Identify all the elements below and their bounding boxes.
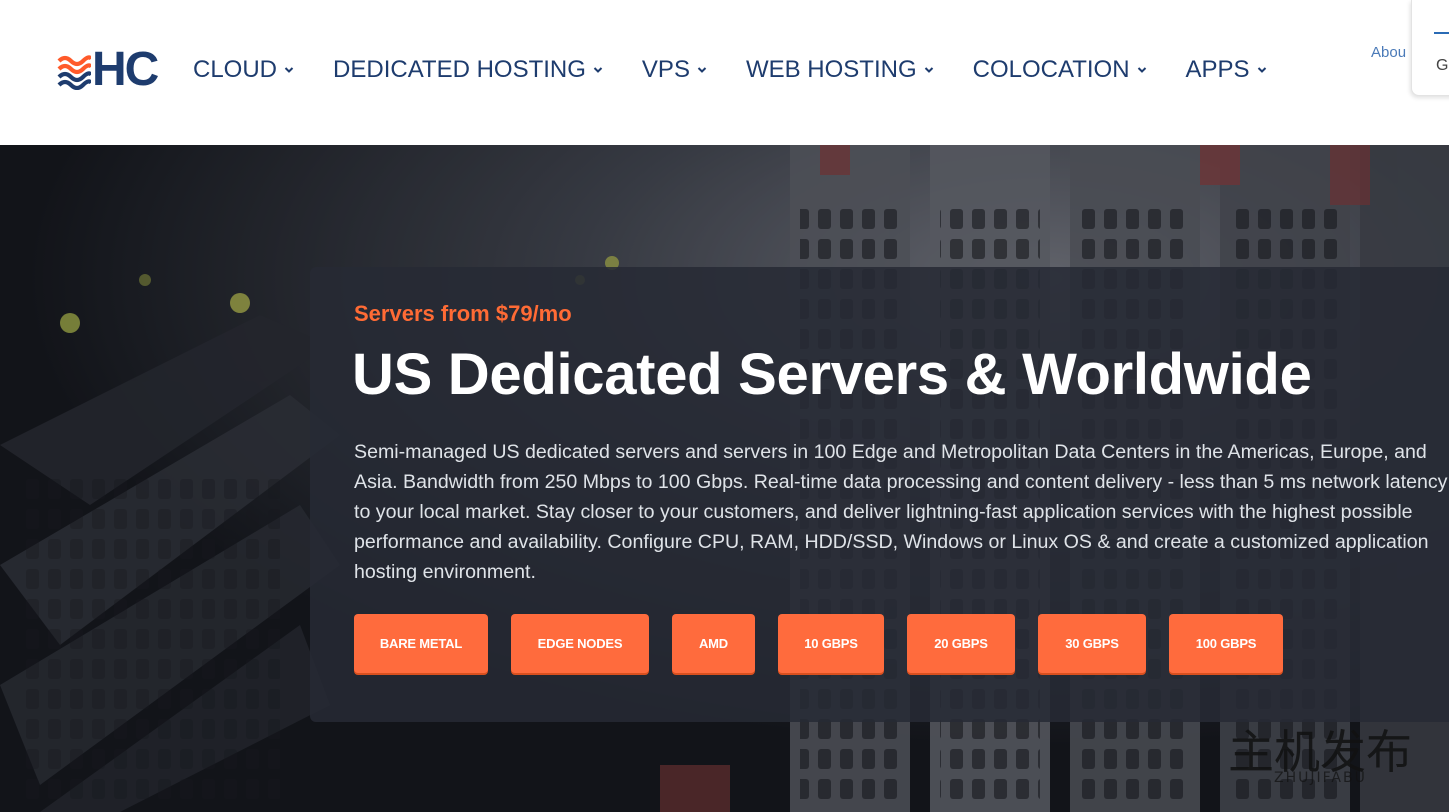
chevron-down-icon bbox=[1137, 67, 1146, 73]
corner-widget-bar bbox=[1434, 32, 1449, 34]
amd-button[interactable]: AMD bbox=[672, 614, 755, 673]
nav-cloud-label: CLOUD bbox=[193, 56, 278, 83]
nav-apps-label: APPS bbox=[1185, 56, 1250, 83]
30-gbps-button[interactable]: 30 GBPS bbox=[1038, 614, 1146, 673]
chevron-down-icon bbox=[593, 67, 603, 73]
logo-wordmark: HC bbox=[92, 43, 159, 96]
nav-web-hosting-label: WEB HOSTING bbox=[745, 56, 917, 83]
20-gbps-button[interactable]: 20 GBPS bbox=[907, 614, 1015, 673]
chevron-down-icon bbox=[284, 67, 294, 73]
site-header: HC CLOUD DEDICATED HOSTING VPS WEB HOSTI… bbox=[0, 0, 1449, 145]
price-eyebrow: Servers from $79/mo bbox=[354, 301, 572, 326]
nav-cloud[interactable]: CLOUD bbox=[193, 56, 295, 84]
main-nav: CLOUD DEDICATED HOSTING VPS WEB HOSTING … bbox=[193, 56, 1306, 84]
nav-vps-label: VPS bbox=[641, 56, 690, 83]
chevron-down-icon bbox=[697, 67, 707, 73]
10-gbps-button[interactable]: 10 GBPS bbox=[778, 614, 884, 673]
hero-headline: US Dedicated Servers & Worldwide bbox=[352, 342, 1312, 407]
nav-colocation-label: COLOCATION bbox=[972, 56, 1130, 83]
nav-web-hosting[interactable]: WEB HOSTING bbox=[746, 56, 935, 84]
about-link[interactable]: Abou bbox=[1371, 44, 1406, 61]
svg-text:ZHUJIFABU: ZHUJIFABU bbox=[1274, 770, 1367, 786]
bare-metal-button[interactable]: BARE METAL bbox=[354, 614, 488, 673]
nav-vps[interactable]: VPS bbox=[642, 56, 708, 84]
nav-apps[interactable]: APPS bbox=[1186, 56, 1268, 84]
chevron-down-icon bbox=[924, 67, 933, 73]
corner-widget[interactable]: G bbox=[1411, 0, 1449, 96]
nav-dedicated-hosting[interactable]: DEDICATED HOSTING bbox=[333, 56, 604, 84]
nav-dedicated-hosting-label: DEDICATED HOSTING bbox=[333, 56, 586, 83]
nav-colocation[interactable]: COLOCATION bbox=[973, 56, 1148, 84]
waves-icon bbox=[57, 55, 91, 90]
hero-panel: Servers from $79/mo US Dedicated Servers… bbox=[310, 267, 1449, 722]
chevron-down-icon bbox=[1257, 67, 1266, 73]
hc-logo[interactable]: HC bbox=[57, 43, 169, 96]
corner-widget-letter: G bbox=[1436, 57, 1449, 74]
watermark-logo: 主机发布 ZHUJIFABU bbox=[1228, 725, 1412, 786]
hero-description: Semi-managed US dedicated servers and se… bbox=[354, 441, 1448, 583]
hero-section: Servers from $79/mo US Dedicated Servers… bbox=[0, 145, 1449, 812]
100-gbps-button[interactable]: 100 GBPS bbox=[1169, 614, 1283, 673]
edge-nodes-button[interactable]: EDGE NODES bbox=[511, 614, 649, 673]
